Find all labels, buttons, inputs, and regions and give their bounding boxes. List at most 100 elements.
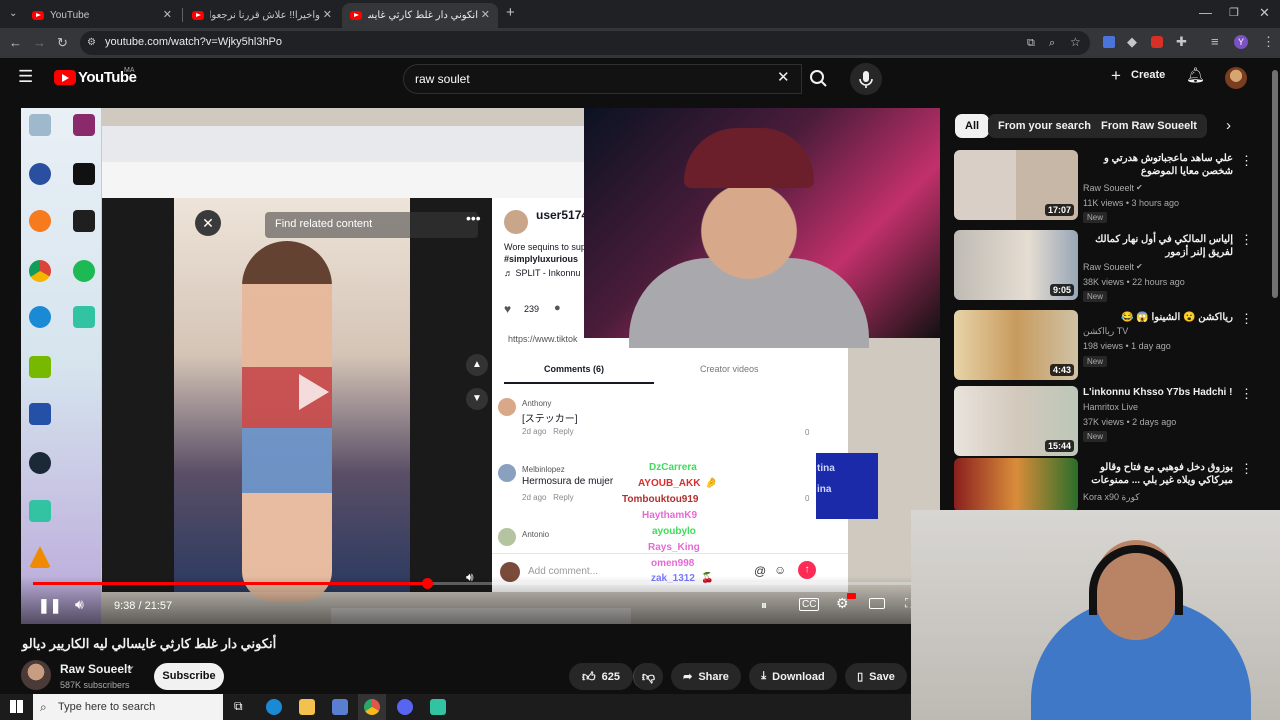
search-query[interactable]: raw soulet: [415, 72, 470, 86]
video-player[interactable]: ✕ Find related content ••• ▲ ▼ 🔊︎ user51…: [21, 108, 940, 624]
video-meta: 38K views • 22 hours ago: [1083, 277, 1185, 287]
tab-search-icon[interactable]: ⌄: [9, 7, 17, 21]
voice-search-button[interactable]: [850, 63, 882, 95]
video-channel[interactable]: Raw Soueelt: [1083, 183, 1134, 193]
video-channel[interactable]: Hamritox Live: [1083, 402, 1138, 412]
youtube-logo-icon[interactable]: [54, 70, 76, 85]
video-channel[interactable]: Raw Soueelt: [1083, 262, 1134, 272]
pause-icon[interactable]: ❚❚: [38, 597, 61, 614]
search-button[interactable]: [802, 64, 836, 94]
channel-avatar[interactable]: [21, 660, 51, 690]
close-window-icon[interactable]: ✕: [1259, 6, 1270, 20]
tab-creator-videos: Creator videos: [700, 364, 759, 374]
close-tab-icon[interactable]: ✕: [163, 8, 172, 21]
browser-tab-active[interactable]: أنكوني دار غلط كارثي غايسا... ✕: [342, 3, 498, 28]
save-button[interactable]: ▯ Save: [845, 663, 907, 690]
edge-icon: [29, 306, 51, 328]
video-channel[interactable]: ريااكشن TV: [1083, 326, 1128, 337]
video-thumbnail[interactable]: [954, 458, 1078, 512]
zoom-icon[interactable]: ⌕: [1049, 36, 1055, 50]
notifications-bell-icon[interactable]: 🔔︎: [1186, 68, 1205, 83]
extension-red-icon[interactable]: [1151, 36, 1163, 48]
search-input[interactable]: raw soulet ✕: [403, 64, 802, 94]
extensions-puzzle-icon[interactable]: ✚: [1176, 35, 1187, 49]
country-code: MA: [124, 67, 135, 74]
minimize-window-icon[interactable]: —: [1199, 6, 1212, 20]
install-app-icon[interactable]: ⧉: [1027, 36, 1035, 50]
chrome-menu-icon[interactable]: ⋮: [1262, 35, 1275, 49]
more-actions-icon[interactable]: ⋮: [1240, 232, 1253, 248]
video-thumbnail[interactable]: 9:05: [954, 230, 1078, 300]
comment-likes: 0: [805, 494, 810, 503]
extension-icon[interactable]: ◆: [1127, 35, 1137, 49]
translate-extension-icon[interactable]: [1103, 36, 1115, 48]
more-actions-icon[interactable]: ⋮: [1240, 461, 1253, 477]
create-button[interactable]: Create: [1131, 69, 1165, 81]
video-title[interactable]: ريااكشن 😮 الشينوا 😱 😂: [1083, 311, 1233, 324]
media-control-icon[interactable]: ≡: [1211, 35, 1219, 49]
discord-icon[interactable]: [397, 699, 413, 715]
bookmark-star-icon[interactable]: ☆: [1070, 35, 1081, 49]
task-view-icon[interactable]: ⧉: [234, 699, 243, 714]
profile-icon[interactable]: Y: [1234, 35, 1248, 49]
edge-icon[interactable]: [266, 699, 282, 715]
video-title[interactable]: إلياس المالكي في أول نهار كمالك لفريق إل…: [1083, 233, 1233, 259]
chevron-right-icon[interactable]: ›: [1226, 117, 1231, 134]
reload-icon[interactable]: ↻: [57, 36, 68, 50]
autoplay-toggle-icon[interactable]: ⏸: [761, 598, 767, 613]
taskbar-search-input[interactable]: ⌕ Type here to search: [33, 694, 223, 720]
progress-scrubber[interactable]: [421, 578, 433, 589]
store-icon[interactable]: [332, 699, 348, 715]
page-scrollbar[interactable]: [1272, 70, 1278, 298]
more-actions-icon[interactable]: ⋮: [1240, 153, 1253, 169]
subscribe-button[interactable]: Subscribe: [154, 663, 224, 690]
channel-name[interactable]: Raw Soueelt: [60, 662, 131, 676]
new-tab-icon[interactable]: +: [506, 5, 515, 20]
video-title[interactable]: بوزوق دخل فوهبي مع فتاح وقالو مبركاكي وي…: [1083, 461, 1233, 487]
more-actions-icon[interactable]: ⋮: [1240, 386, 1253, 402]
chat-side-text: tina: [817, 463, 835, 474]
video-thumbnail[interactable]: 4:43: [954, 310, 1078, 380]
clear-search-icon[interactable]: ✕: [777, 70, 790, 85]
tiktok-sound: ♬ SPLIT - Inkonnu: [504, 268, 581, 278]
browser-tab-video-2[interactable]: وأخيرا!! علاش قررنا نرجعوا ❤️ - e ✕: [184, 3, 340, 28]
more-actions-icon[interactable]: ⋮: [1240, 311, 1253, 327]
windows-start-icon[interactable]: [10, 700, 23, 713]
video-thumbnail[interactable]: 15:44: [954, 386, 1078, 456]
close-tab-icon[interactable]: ✕: [323, 8, 332, 21]
video-thumbnail[interactable]: 17:07: [954, 150, 1078, 220]
back-icon[interactable]: ←: [9, 36, 22, 50]
like-button[interactable]: 👍︎ 625: [569, 663, 633, 690]
comment-avatar: [498, 464, 516, 482]
hamburger-menu-icon[interactable]: ☰: [18, 68, 33, 85]
create-plus-icon[interactable]: +: [1111, 67, 1121, 84]
video-channel[interactable]: Kora x90 كورة: [1083, 492, 1140, 503]
share-button[interactable]: ➦ Share: [671, 663, 741, 690]
volume-icon[interactable]: 🔊︎: [75, 596, 84, 613]
url-text[interactable]: youtube.com/watch?v=Wjky5hl3hPo: [105, 36, 282, 48]
video-title[interactable]: L'inkonnu Khsso Y7bs Hadchi !: [1083, 386, 1233, 399]
download-button[interactable]: ⤓ Download: [749, 663, 837, 690]
progress-bar[interactable]: [33, 578, 928, 589]
dislike-button[interactable]: 👎︎: [633, 663, 663, 690]
theater-mode-icon[interactable]: [869, 598, 885, 609]
chip-from-channel[interactable]: From Raw Soueelt: [1091, 114, 1207, 138]
download-icon: ⤓: [761, 670, 767, 682]
chip-all[interactable]: All: [955, 114, 990, 138]
video-meta: 198 views • 1 day ago: [1083, 341, 1171, 351]
address-bar[interactable]: ⚙ youtube.com/watch?v=Wjky5hl3hPo ⧉ ⌕ ☆: [80, 31, 1090, 55]
restore-window-icon[interactable]: ❐: [1229, 6, 1239, 20]
browser-tab-youtube[interactable]: YouTube ✕: [24, 3, 180, 28]
chat-message: CEO w9: [701, 494, 739, 505]
forward-icon[interactable]: →: [33, 36, 46, 50]
streamlabs-icon[interactable]: [430, 699, 446, 715]
file-explorer-icon[interactable]: [299, 699, 315, 715]
site-info-icon[interactable]: ⚙: [87, 36, 96, 50]
chip-from-your-search[interactable]: From your search: [988, 114, 1101, 138]
account-avatar[interactable]: [1225, 67, 1247, 89]
captions-icon[interactable]: CC: [799, 598, 820, 611]
close-tab-icon[interactable]: ✕: [481, 8, 490, 21]
save-label: Save: [869, 670, 895, 683]
taskbar-search-placeholder: Type here to search: [58, 701, 156, 713]
video-title[interactable]: علي ساهد ماعجباتوش هدرتي و شخصن معايا ال…: [1083, 152, 1233, 178]
